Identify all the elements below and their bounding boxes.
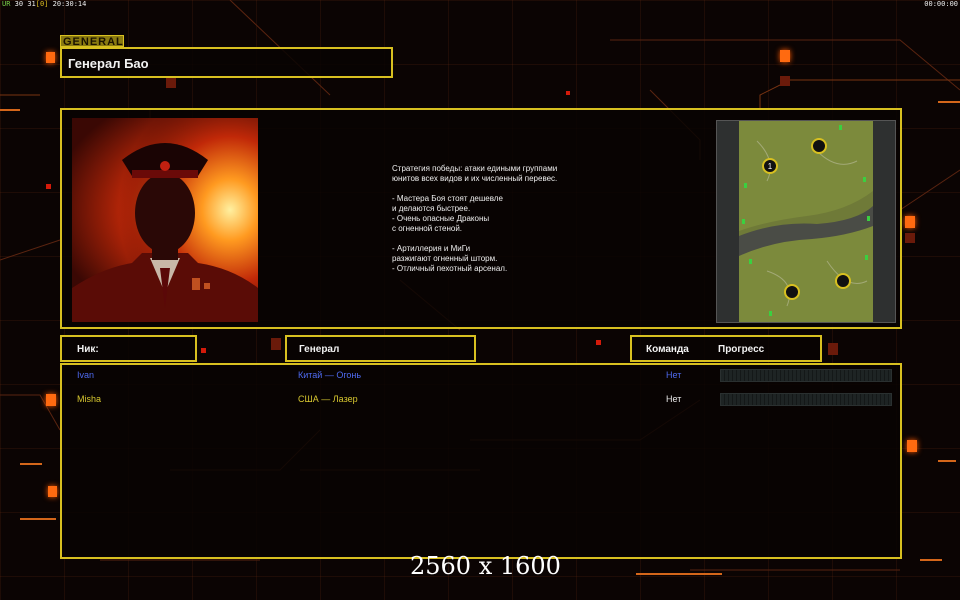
general-name-box: Генерал Бао: [60, 47, 393, 78]
deco-square: [166, 78, 176, 88]
deco-square: [596, 340, 601, 345]
strategy-description: Стратегия победы: атаки едиными группами…: [392, 164, 558, 273]
player-row[interactable]: Ivan Китай — Огонь Нет: [62, 368, 900, 384]
map-marker-label: 1: [768, 162, 773, 171]
deco-line: [20, 463, 42, 465]
general-info-panel: Стратегия победы: атаки едиными группами…: [60, 108, 902, 329]
deco-line: [0, 109, 20, 111]
map-preview[interactable]: 1: [716, 120, 896, 323]
status-bar: UR 30 31[0] 20:30:14 00:00:00: [0, 0, 960, 10]
deco-line: [938, 101, 960, 103]
deco-square: [566, 91, 570, 95]
header-nick-label: Ник:: [77, 344, 99, 355]
players-panel: Ivan Китай — Огонь Нет Misha США — Лазер…: [60, 363, 902, 559]
header-general-label: Генерал: [299, 344, 340, 355]
deco-square: [905, 233, 915, 243]
player-team: Нет: [666, 370, 682, 380]
deco-square: [271, 338, 281, 350]
general-tag: GENERAL: [60, 35, 124, 48]
player-row[interactable]: Misha США — Лазер Нет: [62, 392, 900, 408]
deco-square: [46, 394, 56, 406]
status-fps: UR 30 31[0] 20:30:14: [2, 0, 87, 8]
header-team-progress: Команда Прогресс: [630, 335, 822, 362]
deco-line: [20, 518, 56, 520]
deco-square: [46, 184, 51, 189]
resolution-watermark: 2560 x 1600: [410, 552, 561, 580]
deco-square: [905, 216, 915, 228]
player-nick: Misha: [77, 394, 102, 404]
deco-square: [48, 486, 57, 497]
header-nick: Ник:: [60, 335, 197, 362]
player-progress-bar: [720, 369, 892, 382]
deco-square: [907, 440, 917, 452]
player-progress-bar: [720, 393, 892, 406]
deco-square: [46, 52, 55, 63]
deco-square: [201, 348, 206, 353]
header-progress-label: Прогресс: [718, 344, 765, 355]
general-name: Генерал Бао: [68, 56, 149, 71]
header-team-label: Команда: [646, 344, 689, 355]
header-general: Генерал: [285, 335, 476, 362]
player-general: США — Лазер: [298, 394, 358, 404]
deco-line: [938, 460, 956, 462]
deco-line: [636, 573, 722, 575]
player-nick: Ivan: [77, 370, 95, 380]
deco-square: [780, 76, 790, 86]
deco-square: [828, 343, 838, 355]
deco-line: [920, 559, 942, 561]
status-clock: 00:00:00: [924, 0, 958, 8]
player-general: Китай — Огонь: [298, 370, 362, 380]
general-portrait: [72, 118, 258, 322]
deco-square: [780, 50, 790, 62]
player-team: Нет: [666, 394, 682, 404]
